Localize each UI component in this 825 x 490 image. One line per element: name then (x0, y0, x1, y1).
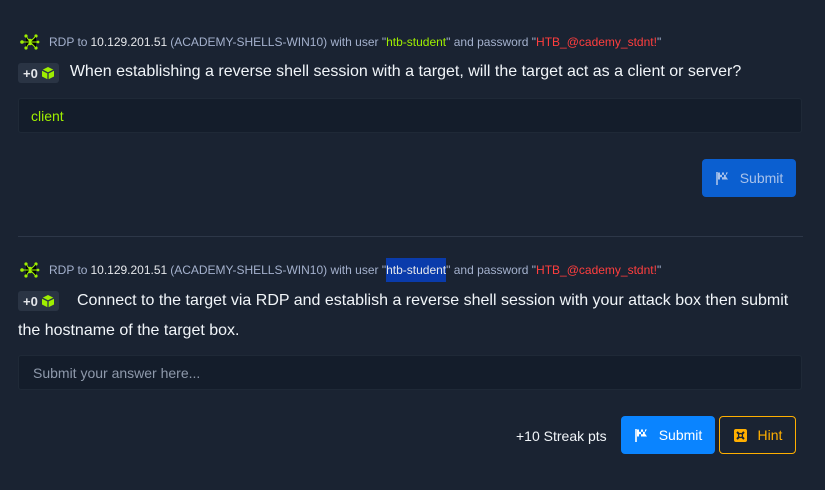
points-badge: +0 (18, 63, 59, 83)
rdp-info: RDP to 10.129.201.51 (ACADEMY-SHELLS-WIN… (18, 258, 803, 282)
rdp-end: " (656, 263, 662, 277)
rdp-end: " (656, 35, 662, 49)
rdp-password[interactable]: HTB_@cademy_stdnt! (536, 263, 657, 277)
rdp-user-selected[interactable]: htb-student (386, 258, 447, 282)
submit-label: Submit (658, 427, 703, 443)
rdp-user[interactable]: htb-student (386, 35, 446, 49)
submit-button[interactable]: Submit (621, 416, 715, 454)
rdp-info: RDP to 10.129.201.51 (ACADEMY-SHELLS-WIN… (18, 32, 803, 52)
question-1: RDP to 10.129.201.51 (ACADEMY-SHELLS-WIN… (18, 32, 803, 87)
rdp-prefix: RDP to (49, 263, 88, 277)
streak-points: +10 Streak pts (516, 428, 607, 444)
hint-button[interactable]: Hint (719, 416, 796, 454)
flag-icon (634, 428, 647, 442)
hint-icon (733, 428, 747, 442)
rdp-ip: 10.129.201.51 (90, 35, 168, 49)
rdp-ip: 10.129.201.51 (90, 263, 168, 277)
rdp-prefix: RDP to (49, 35, 88, 49)
divider (18, 236, 803, 237)
answer-input[interactable] (31, 363, 789, 382)
rdp-password[interactable]: HTB_@cademy_stdnt! (536, 35, 657, 49)
network-node-icon (20, 262, 40, 278)
rdp-mid: " and password " (446, 263, 537, 277)
submit-label: Submit (739, 170, 784, 186)
cube-icon (41, 67, 55, 80)
hint-label: Hint (757, 427, 783, 443)
rdp-mid: " and password " (446, 35, 537, 49)
answer-value: client (31, 107, 64, 124)
points-value: +0 (23, 65, 38, 81)
answer-field[interactable] (18, 355, 802, 390)
rdp-host: (ACADEMY-SHELLS-WIN10) with user " (170, 35, 387, 49)
rdp-host: (ACADEMY-SHELLS-WIN10) with user " (170, 263, 387, 277)
answer-field[interactable]: client (18, 98, 802, 133)
submit-button[interactable]: Submit (702, 159, 796, 197)
flag-icon (715, 171, 728, 185)
network-node-icon (20, 34, 40, 50)
question-text-full: Connect to the target via RDP and establ… (18, 292, 789, 339)
question-text: When establishing a reverse shell sessio… (69, 63, 742, 80)
